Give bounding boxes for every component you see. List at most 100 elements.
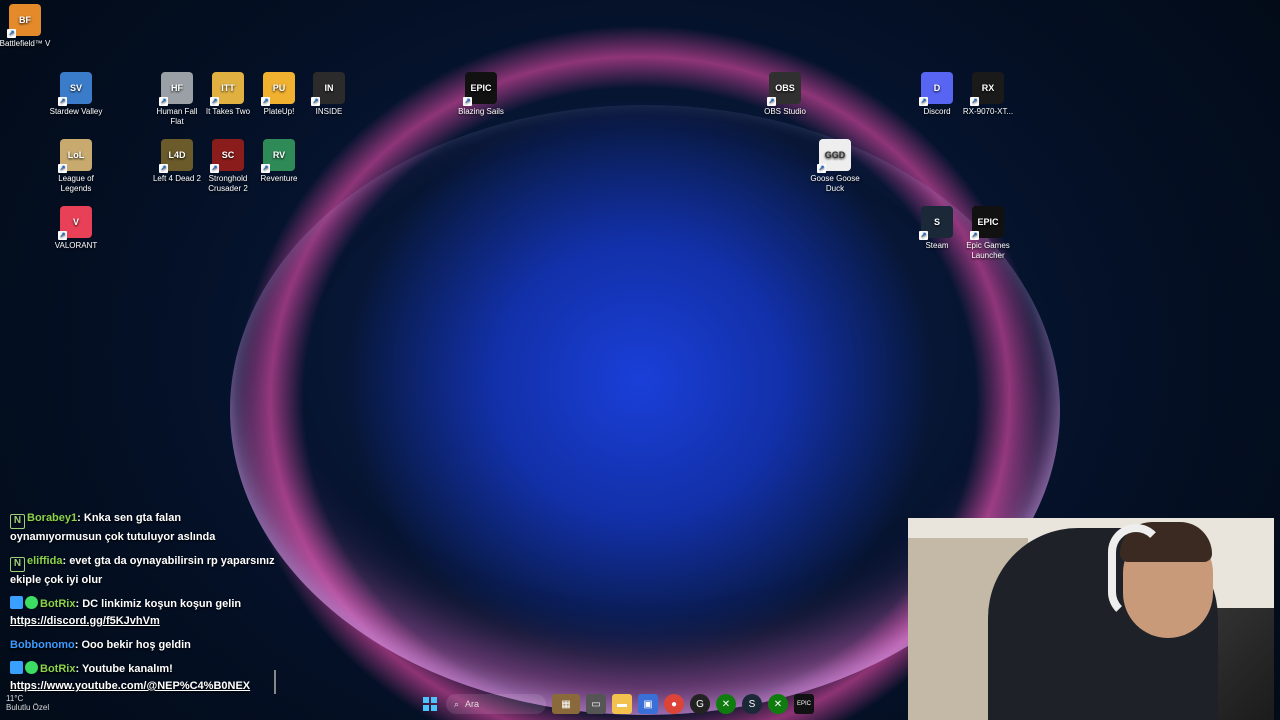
epic-taskbar-button[interactable]: EPIC [794, 694, 814, 714]
desktop-icon-label: Blazing Sails [458, 107, 504, 116]
desktop-icon-plateup[interactable]: PU ↗ PlateUp! [252, 72, 306, 117]
desktop-icon-obs[interactable]: OBS ↗ OBS Studio [758, 72, 812, 117]
shortcut-arrow-icon: ↗ [817, 164, 826, 173]
desktop-icon-valorant[interactable]: V ↗ VALORANT [49, 206, 103, 251]
desktop-icon-discord[interactable]: D ↗ Discord [910, 72, 964, 117]
stream-chat-overlay: N Borabey1: Knka sen gta falan oynamıyorm… [10, 510, 275, 702]
chat-link[interactable]: https://www.youtube.com/@NEP%C4%B0NEX [10, 680, 250, 692]
desktop-icon-inside[interactable]: IN ↗ INSIDE [302, 72, 356, 117]
epic-icon: EPIC ↗ [970, 206, 1004, 240]
chat-username: eliffida [27, 555, 63, 567]
desktop-icon-ittakestwo[interactable]: ITT ↗ It Takes Two [201, 72, 255, 117]
desktop-icon-label: Human Fall Flat [156, 107, 198, 126]
rx9070-icon: RX ↗ [970, 72, 1004, 106]
desktop-icon-label: PlateUp! [263, 107, 295, 116]
chat-separator: : [74, 639, 82, 651]
xbox-button[interactable]: ✕ [716, 694, 736, 714]
chat-scrollbar [274, 670, 276, 694]
shortcut-arrow-icon: ↗ [210, 97, 219, 106]
xbox-app-button[interactable]: ✕ [768, 694, 788, 714]
chrome-icon: ● [670, 698, 678, 710]
webcam-overlay [908, 518, 1274, 720]
chat-message: Neliffida: evet gta da oynayabilirsin rp… [10, 553, 275, 589]
verified-badge-icon [25, 661, 38, 674]
steam-icon: S ↗ [919, 206, 953, 240]
windows-icon [423, 697, 437, 711]
desktop-icon-label: Discord [923, 107, 951, 116]
stardew-icon: SV ↗ [58, 72, 92, 106]
task-view-icon: ▭ [591, 698, 601, 710]
desktop-icon-stardew[interactable]: SV ↗ Stardew Valley [49, 72, 103, 117]
logitech-icon: G [696, 698, 704, 710]
folder-icon: ▬ [617, 698, 627, 710]
desktop-icon-label: Steam [925, 241, 949, 250]
stronghold-icon: SC ↗ [210, 139, 244, 173]
shortcut-arrow-icon: ↗ [7, 29, 16, 38]
webcam-headset [1108, 524, 1164, 620]
widgets-icon: ▦ [561, 698, 571, 710]
task-view-button[interactable]: ▭ [586, 694, 606, 714]
shortcut-arrow-icon: ↗ [58, 164, 67, 173]
chat-text: Youtube kanalım! [81, 663, 173, 675]
shortcut-arrow-icon: ↗ [970, 97, 979, 106]
desktop-icon-label: RX-9070-XT... [962, 107, 1014, 116]
store-icon: ▣ [643, 698, 653, 710]
chat-link[interactable]: https://discord.gg/f5KJvhVm [10, 615, 160, 627]
verified-badge-icon [25, 596, 38, 609]
store-button[interactable]: ▣ [638, 694, 658, 714]
shortcut-arrow-icon: ↗ [261, 97, 270, 106]
shortcut-arrow-icon: ↗ [159, 164, 168, 173]
desktop-icon-battlefield[interactable]: BF ↗ Battlefield™ V [0, 4, 52, 49]
chat-message: Bobbonomo: Ooo bekir hoş geldin [10, 637, 275, 654]
obs-icon: OBS ↗ [767, 72, 801, 106]
widgets-button[interactable]: ▦ [552, 694, 580, 714]
xbox-app-icon: ✕ [773, 698, 783, 710]
ittakestwo-icon: ITT ↗ [210, 72, 244, 106]
epic-icon: EPIC [796, 701, 811, 707]
desktop-icon-lol[interactable]: LoL ↗ League of Legends [49, 139, 103, 194]
steam-taskbar-button[interactable]: S [742, 694, 762, 714]
desktop-icon-goose[interactable]: GGD ↗ Goose Goose Duck [808, 139, 862, 194]
desktop-icon-label: VALORANT [54, 241, 98, 250]
desktop-icon-rx9070[interactable]: RX ↗ RX-9070-XT... [961, 72, 1015, 117]
chat-username: BotRix [40, 598, 76, 610]
weather-desc: Bulutlu Özel [6, 703, 50, 712]
plateup-icon: PU ↗ [261, 72, 295, 106]
chat-username: BotRix [40, 663, 76, 675]
weather-widget[interactable]: 11°C Bulutlu Özel [6, 694, 49, 712]
taskbar-search[interactable]: ⌕ Ara [446, 694, 546, 714]
desktop-icon-humanfall[interactable]: HF ↗ Human Fall Flat [150, 72, 204, 127]
desktop-icon-reventure[interactable]: RV ↗ Reventure [252, 139, 306, 184]
desktop-icon-epic[interactable]: EPIC ↗ Epic Games Launcher [961, 206, 1015, 261]
chat-separator: : [77, 512, 84, 524]
search-icon: ⌕ [454, 698, 460, 709]
viewer-badge-icon: N [10, 514, 25, 529]
desktop-icon-blazingsails[interactable]: EPIC ↗ Blazing Sails [454, 72, 508, 117]
desktop-icon-label: Stardew Valley [49, 107, 103, 116]
desktop-icon-label: Reventure [260, 174, 298, 183]
start-button[interactable] [420, 694, 440, 714]
desktop-icon-stronghold[interactable]: SC ↗ Stronghold Crusader 2 [201, 139, 255, 194]
chat-message: BotRix: DC linkimiz koşun koşun gelin htt… [10, 596, 275, 630]
logitech-button[interactable]: G [690, 694, 710, 714]
valorant-icon: V ↗ [58, 206, 92, 240]
search-placeholder: Ara [465, 699, 480, 709]
shortcut-arrow-icon: ↗ [463, 97, 472, 106]
shortcut-arrow-icon: ↗ [970, 231, 979, 240]
shortcut-arrow-icon: ↗ [919, 97, 928, 106]
file-explorer-button[interactable]: ▬ [612, 694, 632, 714]
inside-icon: IN ↗ [311, 72, 345, 106]
desktop-icon-l4d2[interactable]: L4D ↗ Left 4 Dead 2 [150, 139, 204, 184]
desktop-icon-label: INSIDE [315, 107, 343, 116]
shortcut-arrow-icon: ↗ [311, 97, 320, 106]
reventure-icon: RV ↗ [261, 139, 295, 173]
desktop-icon-label: League of Legends [58, 174, 94, 193]
shortcut-arrow-icon: ↗ [261, 164, 270, 173]
steam-icon: S [748, 698, 756, 710]
chat-text: DC linkimiz koşun koşun gelin [82, 598, 242, 610]
chat-username: Bobbonomo [10, 639, 75, 651]
desktop-icon-label: Epic Games Launcher [966, 241, 1010, 260]
chat-message: N Borabey1: Knka sen gta falan oynamıyorm… [10, 510, 275, 546]
desktop-icon-steam[interactable]: S ↗ Steam [910, 206, 964, 251]
chrome-button[interactable]: ● [664, 694, 684, 714]
